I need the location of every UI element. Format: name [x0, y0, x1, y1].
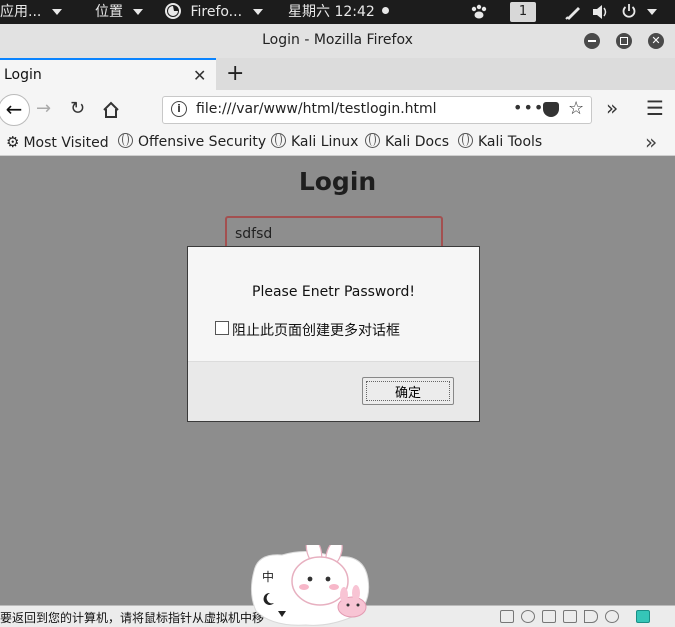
url-text[interactable]: file:///var/www/html/testlogin.html	[196, 101, 437, 117]
sound-icon[interactable]	[584, 610, 598, 623]
maximize-icon	[620, 37, 628, 45]
cd-icon[interactable]	[521, 610, 535, 623]
overflow-toolbar-icon[interactable]: »	[606, 96, 618, 120]
globe-icon	[458, 133, 473, 148]
site-info-icon[interactable]: i	[171, 101, 187, 117]
hard-disk-icon[interactable]	[500, 610, 514, 623]
globe-icon	[271, 133, 286, 148]
alert-message: Please Enetr Password!	[252, 284, 415, 300]
alert-dialog: Please Enetr Password! 阻止此页面创建更多对话框 确定	[187, 246, 480, 422]
tab-label: Login	[4, 67, 42, 83]
paw-icon[interactable]	[470, 4, 488, 20]
bookmark-kali-docs[interactable]: Kali Docs	[365, 133, 449, 150]
clock-label: 星期六 12:42	[288, 4, 375, 20]
navigation-toolbar: ← → ↻ i file:///var/www/html/testlogin.h…	[0, 90, 675, 130]
bookmark-label: Kali Docs	[385, 134, 450, 150]
bookmark-kali-linux[interactable]: Kali Linux	[271, 133, 358, 150]
message-icon[interactable]	[636, 610, 650, 623]
bunny-sticker-widget[interactable]: 中	[248, 545, 372, 627]
tab-strip: Login ✕ +	[0, 58, 675, 90]
notification-dot-icon	[382, 7, 390, 14]
forward-button[interactable]: →	[36, 98, 51, 119]
close-window-button[interactable]: ✕	[648, 33, 664, 49]
ok-button[interactable]: 确定	[362, 377, 454, 405]
maximize-button[interactable]	[616, 33, 632, 49]
prevent-dialogs-label[interactable]: 阻止此页面创建更多对话框	[232, 320, 400, 340]
gear-icon: ⚙	[6, 133, 20, 151]
ime-indicator: 中	[262, 569, 274, 584]
username-value: sdfsd	[235, 226, 273, 242]
power-menu[interactable]	[621, 0, 658, 24]
globe-icon	[365, 133, 380, 148]
bookmark-label: Kali Tools	[478, 134, 543, 150]
chevron-down-icon	[51, 9, 62, 15]
tab-login[interactable]: Login ✕	[0, 58, 216, 90]
chevron-down-icon	[647, 9, 658, 15]
clock[interactable]: 星期六 12:42	[288, 0, 390, 24]
minimize-icon	[588, 40, 596, 42]
display-icon[interactable]	[605, 610, 619, 623]
page-actions-menu-icon[interactable]: •••	[513, 98, 544, 117]
dialog-footer: 确定	[188, 361, 479, 421]
applications-menu[interactable]: 应用...	[0, 0, 62, 24]
network-pen-icon[interactable]	[564, 3, 582, 21]
printer-icon[interactable]	[563, 610, 577, 623]
applications-label: 应用...	[0, 4, 42, 20]
hamburger-menu-icon[interactable]: ☰	[646, 96, 664, 120]
bookmark-most-visited[interactable]: ⚙ Most Visited	[6, 133, 109, 151]
home-icon[interactable]	[102, 101, 120, 119]
pocket-icon[interactable]	[543, 102, 559, 117]
back-arrow-icon: ←	[5, 97, 23, 121]
top-panel: 应用... 位置 Firefo... 星期六 12:42 1	[0, 0, 675, 24]
firefox-icon	[165, 3, 181, 19]
globe-icon	[118, 133, 133, 148]
window-titlebar[interactable]: Login - Mozilla Firefox ✕	[0, 24, 675, 58]
firefox-app-menu[interactable]: Firefo...	[165, 0, 263, 24]
bookmark-offensive-security[interactable]: Offensive Security	[118, 133, 266, 150]
volume-icon[interactable]	[592, 3, 610, 21]
network-icon[interactable]	[542, 610, 556, 623]
bookmark-label: Offensive Security	[138, 134, 267, 150]
reload-button[interactable]: ↻	[70, 98, 85, 119]
tab-close-icon[interactable]: ✕	[193, 66, 206, 85]
back-button[interactable]: ←	[0, 94, 30, 126]
bookmark-kali-tools[interactable]: Kali Tools	[458, 133, 542, 150]
window-title: Login - Mozilla Firefox	[262, 32, 413, 48]
bookmark-label: Most Visited	[23, 135, 109, 151]
chevron-down-icon	[252, 9, 263, 15]
bookmark-star-icon[interactable]: ☆	[568, 98, 584, 119]
new-tab-button[interactable]: +	[226, 61, 244, 86]
vm-status-hint: 要返回到您的计算机，请将鼠标指针从虚拟机中移	[0, 611, 265, 625]
bookmark-label: Kali Linux	[291, 134, 359, 150]
firefox-app-label: Firefo...	[190, 4, 243, 20]
prevent-dialogs-checkbox[interactable]	[215, 321, 229, 335]
places-label: 位置	[95, 4, 123, 20]
bookmarks-toolbar: ⚙ Most Visited Offensive Security Kali Li…	[0, 130, 675, 156]
bookmarks-overflow-icon[interactable]: »	[645, 130, 657, 154]
address-bar[interactable]: i file:///var/www/html/testlogin.html ••…	[162, 96, 592, 124]
workspace-indicator[interactable]: 1	[510, 2, 536, 22]
minimize-button[interactable]	[584, 33, 600, 49]
chevron-down-icon	[133, 9, 144, 15]
close-icon: ✕	[651, 34, 661, 47]
places-menu[interactable]: 位置	[95, 0, 144, 24]
page-title: Login	[298, 167, 377, 196]
power-icon	[622, 4, 636, 18]
